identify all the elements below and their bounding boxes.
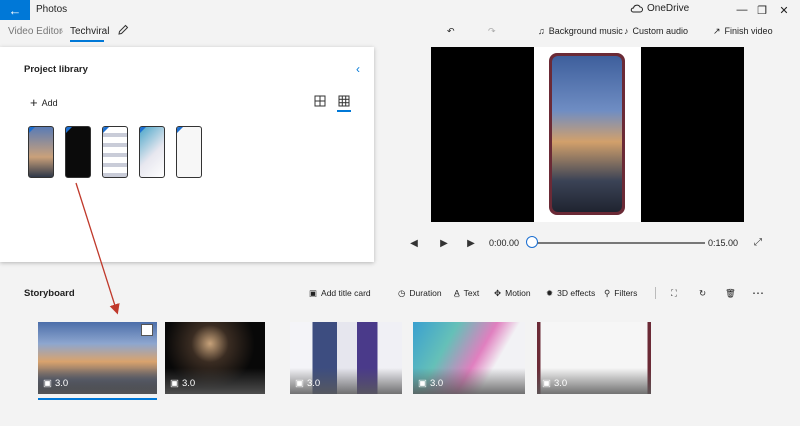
trash-icon: 🗑 [725,287,736,298]
text-label: Text [463,288,480,298]
fullscreen-button[interactable]: ⤢ [752,236,764,248]
duration-label: Duration [409,288,442,298]
add-title-card-button[interactable]: ▣ Add title card [309,286,371,300]
storyboard-clip[interactable]: ▣ 3.0 [413,322,525,394]
motion-label: Motion [505,288,531,298]
storyboard-clip[interactable]: ▣ 3.0 [38,322,157,394]
skip-forward-icon: ▶ [467,237,475,249]
next-frame-button[interactable]: ▶ [465,237,477,249]
text-icon: A̲ [454,288,460,298]
filter-icon: ⚲ [604,287,611,298]
clip-duration-text: 3.0 [54,378,69,389]
resize-button[interactable]: ⛶ [671,286,677,300]
ellipsis-icon: ⋯ [752,286,764,300]
storyboard-clip[interactable]: ▣ 3.0 [290,322,402,394]
clip-duration-text: 3.0 [306,378,321,389]
skip-back-icon: ◀ [410,237,418,249]
3d-effects-button[interactable]: ✹ 3D effects [546,286,595,300]
3d-effects-label: 3D effects [557,288,596,298]
expand-icon: ⤢ [754,236,762,248]
add-title-card-label: Add title card [321,288,371,298]
rotate-icon: ↻ [699,287,707,298]
storyboard-clip[interactable]: ▣ 3.0 [165,322,265,394]
storyboard-clip[interactable]: ▣ 3.0 [537,322,651,394]
filters-button[interactable]: ⚲ Filters [604,286,637,300]
effects-icon: ✹ [546,287,554,298]
previous-frame-button[interactable]: ◀ [408,237,420,249]
timeline-knob[interactable] [526,236,538,248]
rotate-button[interactable]: ↻ [699,286,706,300]
end-time: 0:15.00 [708,238,739,248]
image-icon: ▣ [295,378,304,389]
clip-duration-text: 3.0 [553,378,568,389]
toolbar-divider [655,287,656,299]
clip-select-checkbox[interactable] [141,324,153,336]
clip-duration-text: 3.0 [429,378,444,389]
clip-duration-text: 3.0 [181,378,196,389]
title-card-icon: ▣ [309,287,318,298]
text-button[interactable]: A̲ Text [454,286,479,300]
crop-icon: ⛶ [671,287,677,298]
duration-button[interactable]: ◷ Duration [398,286,442,300]
phone-screen [552,56,622,212]
image-icon: ▣ [43,378,52,389]
clip-duration: ▣ 3.0 [418,378,443,389]
play-button[interactable]: ▶ [438,237,450,249]
filters-label: Filters [614,288,638,298]
delete-button[interactable]: 🗑 [725,286,736,300]
motion-icon: ✥ [494,287,502,298]
timeline-track[interactable] [530,242,705,244]
motion-button[interactable]: ✥ Motion [494,286,531,300]
image-icon: ▣ [542,378,551,389]
clip-duration: ▣ 3.0 [43,378,68,389]
selected-clip-indicator [38,398,157,400]
play-icon: ▶ [440,237,448,249]
clip-duration: ▣ 3.0 [170,378,195,389]
clip-duration: ▣ 3.0 [295,378,320,389]
clock-icon: ◷ [398,287,406,298]
image-icon: ▣ [170,378,179,389]
storyboard-title: Storyboard [24,288,75,299]
more-options-button[interactable]: ⋯ [752,286,764,300]
image-icon: ▣ [418,378,427,389]
preview-frame [534,47,641,222]
current-time: 0:00.00 [489,238,520,248]
phone-image [549,53,625,215]
clip-duration: ▣ 3.0 [542,378,567,389]
